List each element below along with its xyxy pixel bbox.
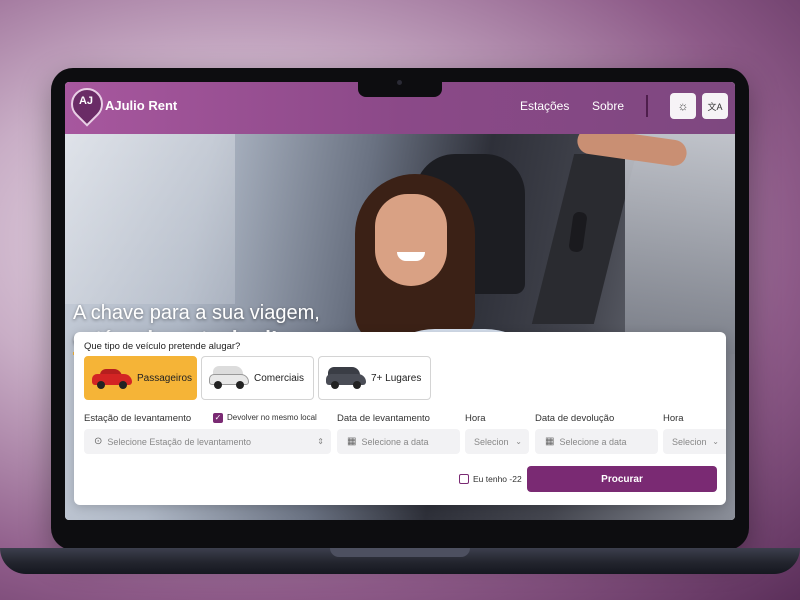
car-icon bbox=[92, 367, 132, 389]
pickup-hour-select[interactable]: Selecion ⌄ bbox=[465, 429, 529, 454]
return-date-label: Data de devolução bbox=[535, 413, 615, 424]
vehicle-type-label: Passageiros bbox=[137, 372, 193, 384]
pickup-station-label: Estação de levantamento bbox=[84, 413, 192, 424]
hero-person-face bbox=[375, 194, 447, 286]
brand-name[interactable]: AJulio Rent bbox=[105, 98, 177, 113]
pickup-date-label: Data de levantamento bbox=[337, 413, 430, 424]
vehicle-type-7-lugares[interactable]: 7+ Lugares bbox=[318, 356, 431, 400]
hero-car-door bbox=[625, 134, 735, 354]
search-card: Que tipo de veículo pretende alugar? Pas… bbox=[74, 332, 726, 505]
translate-icon: 文A bbox=[707, 101, 723, 112]
logo-text[interactable]: AJ bbox=[74, 95, 98, 107]
browser-screen: AJ AJulio Rent Estações Sobre ☼ 文A A cha… bbox=[65, 82, 735, 520]
language-button[interactable]: 文A bbox=[702, 93, 728, 119]
vehicle-type-question: Que tipo de veículo pretende alugar? bbox=[84, 341, 241, 352]
camera-icon bbox=[397, 80, 402, 85]
van-icon bbox=[209, 366, 249, 389]
chevron-down-icon: ⌄ bbox=[712, 437, 719, 446]
laptop-base-lip bbox=[330, 548, 470, 557]
hero-car-window bbox=[65, 134, 235, 304]
vehicle-type-passageiros[interactable]: Passageiros bbox=[84, 356, 197, 400]
chevron-down-icon: ⌄ bbox=[515, 437, 522, 446]
minivan-icon bbox=[326, 367, 366, 389]
search-button[interactable]: Procurar bbox=[527, 466, 717, 492]
sun-icon: ☼ bbox=[677, 99, 689, 113]
pickup-station-placeholder: Selecione Estação de levantamento bbox=[107, 436, 251, 447]
return-hour-label: Hora bbox=[663, 413, 684, 424]
pickup-date-placeholder: Selecione a data bbox=[361, 436, 429, 447]
return-hour-select[interactable]: Selecion ⌄ bbox=[663, 429, 726, 454]
sort-arrows-icon: ⇕ bbox=[317, 437, 324, 446]
vehicle-type-label: Comerciais bbox=[254, 372, 305, 384]
return-hour-placeholder: Selecion bbox=[672, 436, 707, 447]
vehicle-type-comerciais[interactable]: Comerciais bbox=[201, 356, 314, 400]
theme-toggle-button[interactable]: ☼ bbox=[670, 93, 696, 119]
nav-link-estacoes[interactable]: Estações bbox=[520, 99, 569, 113]
same-location-label: Devolver no mesmo local bbox=[227, 413, 317, 422]
pickup-station-select[interactable]: ⊙ Selecione Estação de levantamento ⇕ bbox=[84, 429, 331, 454]
return-date-field[interactable]: ▦ Selecione a data bbox=[535, 429, 658, 454]
nav-link-sobre[interactable]: Sobre bbox=[592, 99, 624, 113]
return-date-placeholder: Selecione a data bbox=[559, 436, 627, 447]
pickup-hour-placeholder: Selecion bbox=[474, 436, 509, 447]
vehicle-type-label: 7+ Lugares bbox=[371, 372, 422, 384]
age-under-22-checkbox[interactable] bbox=[459, 474, 469, 484]
location-pin-icon: ⊙ bbox=[94, 436, 103, 447]
hero-headline-line1: A chave para a sua viagem, bbox=[73, 302, 320, 324]
pickup-date-field[interactable]: ▦ Selecione a data bbox=[337, 429, 460, 454]
same-location-checkbox[interactable]: ✓ bbox=[213, 413, 223, 423]
age-under-22-label: Eu tenho -22 bbox=[473, 474, 522, 484]
calendar-icon: ▦ bbox=[347, 436, 357, 447]
nav-divider bbox=[646, 95, 648, 117]
pickup-hour-label: Hora bbox=[465, 413, 486, 424]
calendar-icon: ▦ bbox=[545, 436, 555, 447]
